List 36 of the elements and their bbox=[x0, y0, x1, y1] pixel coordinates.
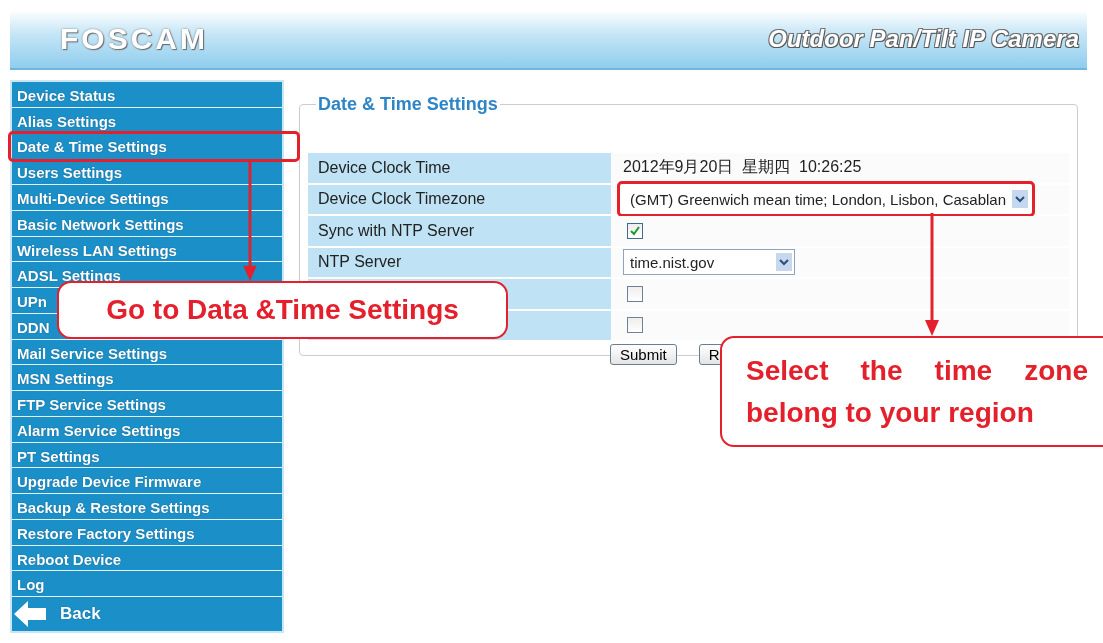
panel-title: Date & Time Settings bbox=[317, 94, 499, 115]
caret-icon bbox=[776, 253, 792, 272]
back-link[interactable]: Back bbox=[12, 597, 282, 631]
sidebar-item[interactable]: Users Settings bbox=[12, 159, 282, 185]
sidebar-item[interactable]: Alias Settings bbox=[12, 107, 282, 134]
sidebar-item[interactable]: Wireless LAN Settings bbox=[12, 236, 282, 263]
callout-text: Go to Data &Time Settings bbox=[106, 294, 459, 326]
sidebar-item[interactable]: Basic Network Settings bbox=[12, 210, 282, 237]
clock-value: 2012年9月20日 星期四 10:26:25 bbox=[623, 157, 862, 178]
sidebar-item[interactable]: Device Status bbox=[12, 82, 282, 108]
sidebar-item[interactable]: FTP Service Settings bbox=[12, 391, 282, 417]
sidebar-item[interactable]: MSN Settings bbox=[12, 365, 282, 391]
sidebar-item[interactable]: PT Settings bbox=[12, 442, 282, 469]
sidebar-item[interactable]: Backup & Restore Settings bbox=[12, 494, 282, 520]
label-cell: Device Clock Time bbox=[308, 153, 611, 183]
form-button[interactable]: Submit bbox=[610, 344, 677, 365]
label-cell: Sync with NTP Server bbox=[308, 216, 611, 246]
sidebar-item[interactable]: Restore Factory Settings bbox=[12, 519, 282, 546]
callout-text: Select the time zone belong to your region bbox=[746, 353, 1088, 430]
sidebar-item[interactable]: Upgrade Device Firmware bbox=[12, 468, 282, 494]
sidebar-item[interactable]: Date & Time Settings bbox=[8, 130, 300, 163]
logo: FOSCAM bbox=[60, 22, 208, 56]
product-title: Outdoor Pan/Tilt IP Camera bbox=[768, 25, 1079, 53]
left-arrow-icon bbox=[14, 601, 46, 627]
sidebar-item[interactable]: Alarm Service Settings bbox=[12, 416, 282, 443]
caret-icon bbox=[1012, 190, 1028, 209]
checkbox[interactable] bbox=[627, 222, 643, 239]
checkbox[interactable] bbox=[627, 285, 643, 302]
dropdown[interactable]: time.nist.gov bbox=[623, 249, 795, 276]
label-cell: Device Clock Timezone bbox=[308, 184, 611, 214]
checkbox[interactable] bbox=[627, 317, 643, 334]
label-cell: NTP Server bbox=[308, 247, 611, 277]
sidebar-item[interactable]: Reboot Device bbox=[12, 545, 282, 572]
sidebar-item[interactable]: Log bbox=[12, 571, 282, 597]
dropdown[interactable]: (GMT) Greenwich mean time; London, Lisbon, Casablan bbox=[617, 181, 1035, 218]
sidebar-item[interactable]: Multi-Device Settings bbox=[12, 185, 282, 211]
